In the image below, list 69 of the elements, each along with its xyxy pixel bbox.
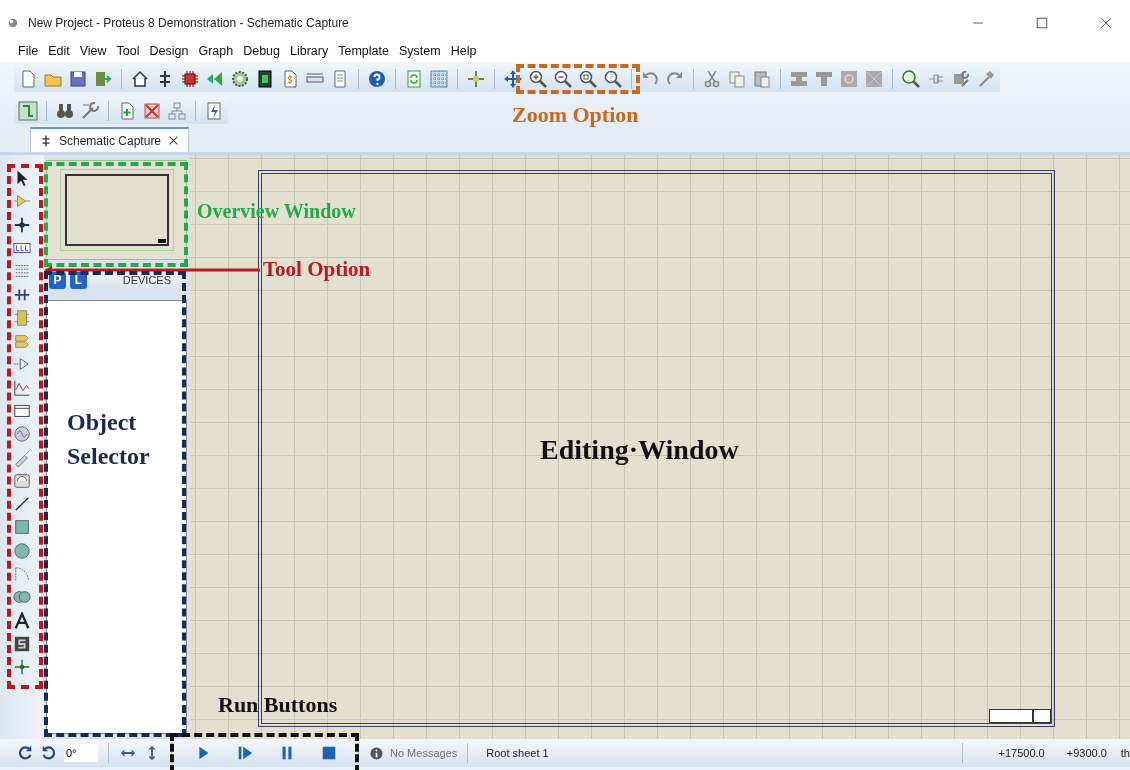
menu-item[interactable]: Graph xyxy=(193,41,239,61)
selector-title: DEVICES xyxy=(122,272,171,288)
rotate-counterclockwise-icon[interactable] xyxy=(40,744,58,762)
x-coordinate: +17500.0 xyxy=(998,745,1045,761)
marker-icon[interactable] xyxy=(13,658,31,677)
lightning-sheet-icon[interactable] xyxy=(204,100,224,121)
y-coordinate: +9300.0 xyxy=(1066,745,1107,761)
document-tab[interactable]: Schematic Capture xyxy=(30,127,190,152)
annotation-label: Run Buttons xyxy=(218,693,338,717)
pan-icon[interactable] xyxy=(503,68,523,89)
menu-item[interactable]: Design xyxy=(144,41,194,61)
paste-icon[interactable] xyxy=(752,68,772,89)
window-title: New Project - Proteus 8 Demonstration - Schematic Capture xyxy=(28,15,349,32)
menu-item[interactable]: View xyxy=(74,41,112,61)
stop-icon[interactable] xyxy=(320,744,338,762)
zoom-area-icon[interactable] xyxy=(603,68,623,89)
grid-icon[interactable] xyxy=(429,68,449,89)
step-icon[interactable] xyxy=(236,744,254,762)
gear-icon[interactable] xyxy=(230,68,250,89)
zoom-out-icon[interactable] xyxy=(553,68,573,89)
status-message: No Messages xyxy=(390,745,458,761)
menu-item[interactable]: Debug xyxy=(238,41,286,61)
wire-route-icon[interactable] xyxy=(18,100,38,121)
zoom-all-icon[interactable] xyxy=(578,68,598,89)
home-icon[interactable] xyxy=(130,68,150,89)
refresh-icon[interactable] xyxy=(404,68,424,89)
copy-icon[interactable] xyxy=(727,68,747,89)
annotation-label: Tool Option xyxy=(263,258,371,281)
wrench-icon[interactable] xyxy=(80,100,100,121)
circle-icon[interactable] xyxy=(13,541,31,560)
board-icon[interactable] xyxy=(255,68,275,89)
scissors-icon[interactable] xyxy=(702,68,722,89)
hierarchy-icon[interactable] xyxy=(167,100,187,121)
terminal-icon[interactable] xyxy=(13,332,31,351)
delete-sheet-icon[interactable] xyxy=(142,100,162,121)
help-icon[interactable] xyxy=(367,68,387,89)
unit-label: th xyxy=(1120,745,1130,761)
info-icon xyxy=(369,745,384,761)
graph-icon[interactable] xyxy=(13,378,31,397)
angle-field[interactable]: 0° xyxy=(64,744,98,762)
menu-item[interactable]: Tool xyxy=(111,41,145,61)
symbol-icon[interactable] xyxy=(13,634,31,653)
menu-item[interactable]: Edit xyxy=(43,41,75,61)
title-block xyxy=(989,709,1051,723)
chip-wrench-icon[interactable] xyxy=(951,68,971,89)
junction-icon[interactable] xyxy=(13,215,31,234)
crosshair-icon[interactable] xyxy=(466,68,486,89)
annotation-label: Object Selector xyxy=(67,408,151,471)
sheet-name: Root sheet 1 xyxy=(486,745,549,761)
probe-icon[interactable] xyxy=(13,448,31,467)
annotation-label: Editing·Window xyxy=(540,435,739,465)
menu-item[interactable]: System xyxy=(394,41,446,61)
save-icon[interactable] xyxy=(68,68,88,89)
menu-item[interactable]: File xyxy=(13,41,44,61)
zoom-in-icon[interactable] xyxy=(528,68,548,89)
rotate-clockwise-icon[interactable] xyxy=(16,744,34,762)
menu-item[interactable]: Library xyxy=(285,41,334,61)
chip-icon[interactable] xyxy=(180,68,200,89)
app-icon xyxy=(6,16,20,30)
text-icon[interactable] xyxy=(13,611,31,630)
meter-icon[interactable] xyxy=(13,471,31,490)
menu-item[interactable]: Template xyxy=(333,41,394,61)
sine-source-icon[interactable] xyxy=(13,425,31,444)
menu-item[interactable]: Help xyxy=(445,41,482,61)
annotation-label: Zoom Option xyxy=(512,103,639,127)
maximize-icon[interactable] xyxy=(1034,15,1050,31)
pick-icon[interactable] xyxy=(901,68,921,89)
rectangle-icon[interactable] xyxy=(13,518,31,537)
close-icon[interactable] xyxy=(1098,15,1114,31)
